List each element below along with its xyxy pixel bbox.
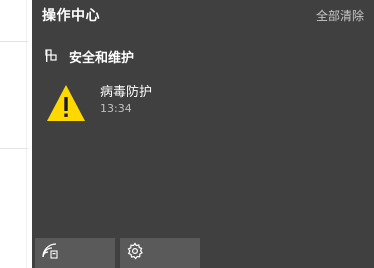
- flag-icon: [45, 48, 59, 62]
- quick-actions-bar: [32, 238, 374, 268]
- screen: 操作中心 全部清除 安全和维护 病毒防护 13:34: [0, 0, 374, 268]
- notification-item[interactable]: 病毒防护 13:34: [32, 76, 374, 136]
- settings-gear-icon: [126, 242, 144, 260]
- action-center-panel: 操作中心 全部清除 安全和维护 病毒防护 13:34: [32, 0, 374, 268]
- divider: [0, 148, 28, 149]
- network-icon: [41, 242, 59, 260]
- notification-title: 病毒防护: [100, 85, 153, 100]
- warning-icon: [46, 84, 86, 122]
- quick-action-network[interactable]: [35, 238, 115, 268]
- divider: [0, 41, 28, 42]
- action-center-header: 操作中心 全部清除: [32, 0, 374, 30]
- notification-group-header: 安全和维护: [32, 44, 374, 68]
- clear-all-button[interactable]: 全部清除: [316, 7, 364, 24]
- quick-action-settings[interactable]: [120, 238, 200, 268]
- notification-group-title: 安全和维护: [69, 51, 135, 66]
- notification-time: 13:34: [100, 102, 132, 115]
- action-center-title: 操作中心: [42, 8, 100, 24]
- background-window: [0, 0, 32, 268]
